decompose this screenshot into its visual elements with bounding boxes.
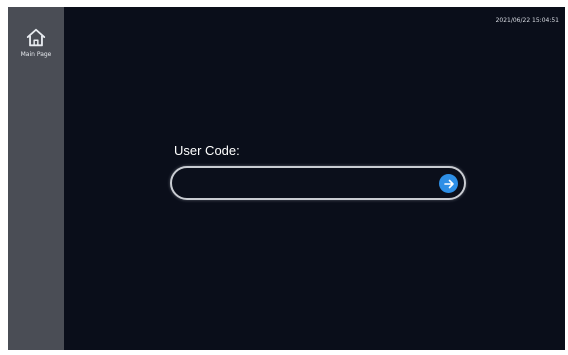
user-code-field [170,166,466,200]
datetime-display: 2021/06/22 15:04:51 [495,17,559,24]
sidebar: Main Page [8,7,64,350]
user-code-input[interactable] [184,172,438,196]
main-page-label: Main Page [20,51,52,58]
home-icon [26,28,46,47]
main-page-button[interactable]: Main Page [12,27,60,69]
arrow-right-icon [443,179,454,188]
screen: Main Page 2021/06/22 15:04:51 User Code: [8,7,565,350]
user-code-label: User Code: [174,143,240,158]
submit-button[interactable] [439,174,458,193]
